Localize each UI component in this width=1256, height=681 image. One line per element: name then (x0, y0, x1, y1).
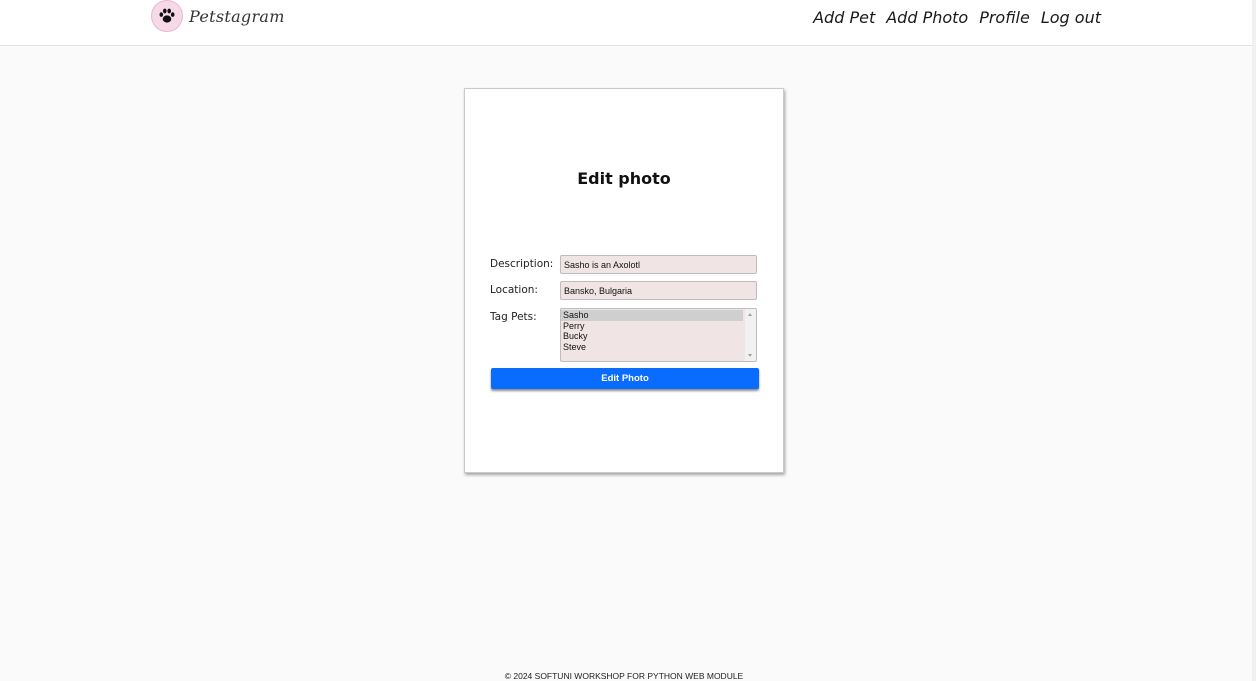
page: Petstagram Add Pet Add Photo Profile Log… (0, 0, 1256, 681)
footer: © 2024 SOFTUNI WORKSHOP FOR PYTHON WEB M… (504, 671, 744, 681)
nav-log-out[interactable]: Log out (1041, 7, 1101, 29)
nav-add-pet[interactable]: Add Pet (813, 7, 875, 29)
tag-pet-option-steve[interactable]: Steve (561, 342, 743, 353)
logo-link[interactable]: Petstagram (151, 0, 285, 32)
description-input[interactable] (560, 255, 757, 274)
edit-photo-button[interactable]: Edit Photo (491, 368, 759, 389)
scroll-down-arrow-icon[interactable] (748, 354, 752, 357)
tag-pets-select[interactable]: Sasho Perry Bucky Steve (560, 308, 757, 362)
main-nav: Add Pet Add Photo Profile Log out (813, 7, 1101, 29)
nav-add-photo[interactable]: Add Photo (886, 7, 968, 29)
top-navbar: Petstagram Add Pet Add Photo Profile Log… (0, 0, 1252, 46)
paw-icon (151, 0, 183, 32)
tag-pet-option-sasho[interactable]: Sasho (561, 310, 743, 321)
logo-text: Petstagram (189, 6, 285, 26)
tag-pet-option-bucky[interactable]: Bucky (561, 331, 743, 342)
scroll-up-arrow-icon[interactable] (748, 313, 752, 316)
edit-photo-card: Edit photo Description: Location: Tag Pe… (464, 88, 784, 473)
nav-profile[interactable]: Profile (979, 7, 1030, 29)
tag-pet-option-perry[interactable]: Perry (561, 321, 743, 332)
select-scrollbar[interactable] (745, 309, 756, 361)
description-label: Description: (490, 258, 554, 270)
page-scrollbar[interactable] (1252, 0, 1256, 681)
location-input[interactable] (560, 281, 757, 300)
location-label: Location: (490, 284, 538, 296)
tag-pets-label: Tag Pets: (490, 311, 537, 323)
page-title: Edit photo (577, 169, 671, 188)
